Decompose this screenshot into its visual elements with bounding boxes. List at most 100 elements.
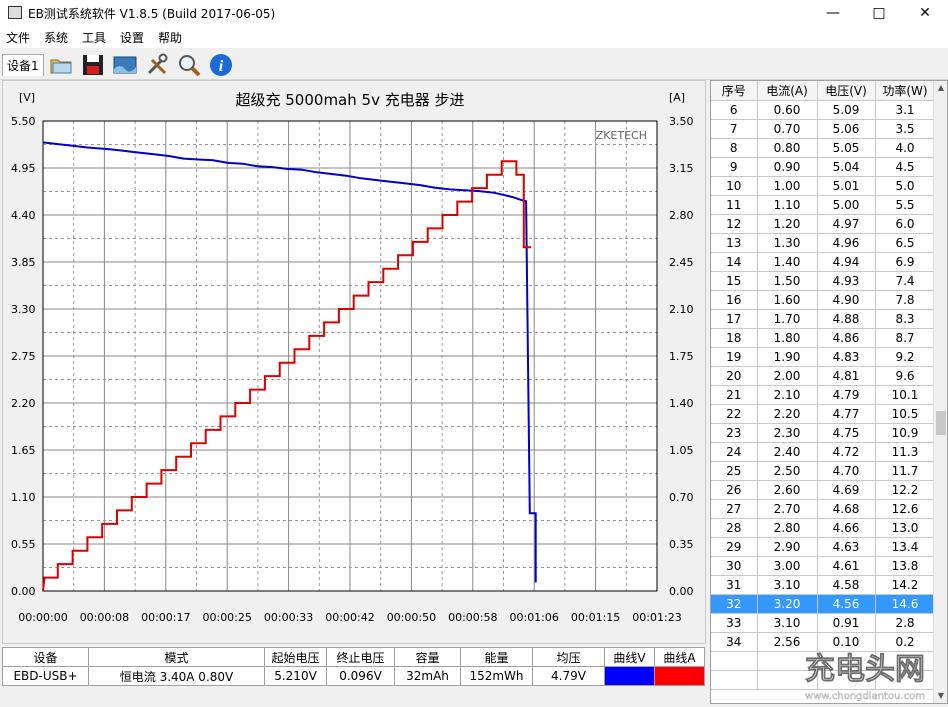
row-power: 5.5 bbox=[875, 195, 936, 215]
menu-help[interactable]: 帮助 bbox=[158, 29, 182, 46]
row-current: 1.70 bbox=[757, 309, 818, 329]
header-index[interactable]: 序号 bbox=[711, 81, 758, 101]
left-tick-label: 4.95 bbox=[11, 162, 36, 175]
summary-end-voltage: 0.096V bbox=[326, 666, 395, 686]
table-row[interactable]: 15 1.50 4.93 7.4 bbox=[711, 271, 936, 291]
image-icon[interactable] bbox=[112, 52, 138, 78]
table-row[interactable]: 13 1.30 4.96 6.5 bbox=[711, 233, 936, 253]
maximize-button[interactable]: □ bbox=[856, 0, 902, 26]
row-power: 5.0 bbox=[875, 176, 936, 196]
row-power: 13.8 bbox=[875, 556, 936, 576]
folder-icon[interactable] bbox=[48, 52, 74, 78]
row-index: 32 bbox=[711, 594, 758, 614]
tab-device1[interactable]: 设备1 bbox=[2, 54, 44, 76]
left-tick-label: 1.10 bbox=[11, 491, 36, 504]
table-row[interactable]: 25 2.50 4.70 11.7 bbox=[711, 461, 936, 481]
table-row[interactable]: 7 0.70 5.06 3.5 bbox=[711, 119, 936, 139]
header-voltage[interactable]: 电压(V) bbox=[817, 81, 876, 101]
row-power: 3.1 bbox=[875, 100, 936, 120]
row-index: 17 bbox=[711, 309, 758, 329]
row-index: 24 bbox=[711, 442, 758, 462]
header-current[interactable]: 电流(A) bbox=[757, 81, 818, 101]
table-row[interactable]: 29 2.90 4.63 13.4 bbox=[711, 537, 936, 557]
table-row[interactable]: 12 1.20 4.97 6.0 bbox=[711, 214, 936, 234]
header-power[interactable]: 功率(W) bbox=[875, 81, 936, 101]
table-row[interactable]: 16 1.60 4.90 7.8 bbox=[711, 290, 936, 310]
right-axis-unit: [A] bbox=[669, 91, 685, 104]
menu-bar: 文件 系统 工具 设置 帮助 bbox=[0, 26, 948, 48]
row-power: 3.5 bbox=[875, 119, 936, 139]
right-tick-label: 0.35 bbox=[669, 538, 694, 551]
summary-avg-voltage: 4.79V bbox=[532, 666, 605, 686]
row-power: 10.1 bbox=[875, 385, 936, 405]
row-power: 4.5 bbox=[875, 157, 936, 177]
title-bar: EB测试系统软件 V1.8.5 (Build 2017-06-05) — □ ✕ bbox=[0, 0, 948, 26]
row-power: 10.5 bbox=[875, 404, 936, 424]
row-current: 0.60 bbox=[757, 100, 818, 120]
table-row[interactable]: 30 3.00 4.61 13.8 bbox=[711, 556, 936, 576]
summary-header-curve-v[interactable]: 曲线V bbox=[604, 647, 655, 667]
minimize-button[interactable]: — bbox=[810, 0, 856, 26]
menu-tools[interactable]: 工具 bbox=[82, 29, 106, 46]
row-power: 13.0 bbox=[875, 518, 936, 538]
save-icon[interactable] bbox=[80, 52, 106, 78]
x-tick-label: 00:01:23 bbox=[632, 611, 681, 624]
scroll-thumb[interactable] bbox=[936, 411, 946, 435]
table-row[interactable]: 10 1.00 5.01 5.0 bbox=[711, 176, 936, 196]
row-voltage: 4.97 bbox=[817, 214, 876, 234]
menu-system[interactable]: 系统 bbox=[44, 29, 68, 46]
curve-a-swatch[interactable] bbox=[654, 666, 705, 686]
table-row[interactable]: 11 1.10 5.00 5.5 bbox=[711, 195, 936, 215]
table-row[interactable]: 22 2.20 4.77 10.5 bbox=[711, 404, 936, 424]
table-row[interactable]: 9 0.90 5.04 4.5 bbox=[711, 157, 936, 177]
info-icon[interactable]: i bbox=[208, 52, 234, 78]
table-row[interactable]: 23 2.30 4.75 10.9 bbox=[711, 423, 936, 443]
table-row[interactable]: 27 2.70 4.68 12.6 bbox=[711, 499, 936, 519]
row-current: 0.90 bbox=[757, 157, 818, 177]
row-voltage: 4.66 bbox=[817, 518, 876, 538]
table-scrollbar[interactable]: ▲ ▼ bbox=[933, 81, 947, 703]
table-row[interactable]: 18 1.80 4.86 8.7 bbox=[711, 328, 936, 348]
menu-settings[interactable]: 设置 bbox=[120, 29, 144, 46]
table-row[interactable]: 32 3.20 4.56 14.6 bbox=[711, 594, 936, 614]
row-index: 19 bbox=[711, 347, 758, 367]
chart-watermark: ZKETECH bbox=[596, 129, 647, 142]
table-row[interactable]: 33 3.10 0.91 2.8 bbox=[711, 613, 936, 633]
row-index: 29 bbox=[711, 537, 758, 557]
menu-file[interactable]: 文件 bbox=[6, 29, 30, 46]
x-tick-label: 00:01:06 bbox=[509, 611, 558, 624]
table-row[interactable]: 28 2.80 4.66 13.0 bbox=[711, 518, 936, 538]
scroll-up-icon[interactable]: ▲ bbox=[934, 81, 947, 95]
row-current: 2.20 bbox=[757, 404, 818, 424]
tools-icon[interactable] bbox=[144, 52, 170, 78]
chart: [V] [A] 超级充 5000mah 5v 充电器 步进 ZKETECH 5.… bbox=[11, 91, 694, 624]
curve-v-swatch[interactable] bbox=[604, 666, 655, 686]
summary-table: 设备 模式 起始电压 终止电压 容量 能量 均压 曲线V 曲线A EBD-USB… bbox=[2, 647, 705, 686]
row-voltage: 4.72 bbox=[817, 442, 876, 462]
table-row[interactable]: 20 2.00 4.81 9.6 bbox=[711, 366, 936, 386]
table-row[interactable]: 17 1.70 4.88 8.3 bbox=[711, 309, 936, 329]
table-row[interactable]: 26 2.60 4.69 12.2 bbox=[711, 480, 936, 500]
summary-header-curve-a[interactable]: 曲线A bbox=[654, 647, 705, 667]
row-current: 2.80 bbox=[757, 518, 818, 538]
row-power: 13.4 bbox=[875, 537, 936, 557]
table-row[interactable]: 24 2.40 4.72 11.3 bbox=[711, 442, 936, 462]
summary-header-end-voltage: 终止电压 bbox=[326, 647, 395, 667]
table-row[interactable]: 6 0.60 5.09 3.1 bbox=[711, 100, 936, 120]
close-button[interactable]: ✕ bbox=[902, 0, 948, 26]
row-voltage: 4.63 bbox=[817, 537, 876, 557]
table-row[interactable]: 8 0.80 5.05 4.0 bbox=[711, 138, 936, 158]
row-power: 7.4 bbox=[875, 271, 936, 291]
table-row[interactable]: 14 1.40 4.94 6.9 bbox=[711, 252, 936, 272]
toolbar: 设备1 i bbox=[0, 48, 948, 80]
search-icon[interactable] bbox=[176, 52, 202, 78]
row-power: 12.6 bbox=[875, 499, 936, 519]
right-tick-label: 1.40 bbox=[669, 397, 694, 410]
table-row[interactable]: 31 3.10 4.58 14.2 bbox=[711, 575, 936, 595]
row-index: 18 bbox=[711, 328, 758, 348]
table-row[interactable]: 21 2.10 4.79 10.1 bbox=[711, 385, 936, 405]
table-row[interactable]: 19 1.90 4.83 9.2 bbox=[711, 347, 936, 367]
row-voltage: 5.01 bbox=[817, 176, 876, 196]
row-index: 10 bbox=[711, 176, 758, 196]
x-tick-label: 00:00:25 bbox=[202, 611, 251, 624]
